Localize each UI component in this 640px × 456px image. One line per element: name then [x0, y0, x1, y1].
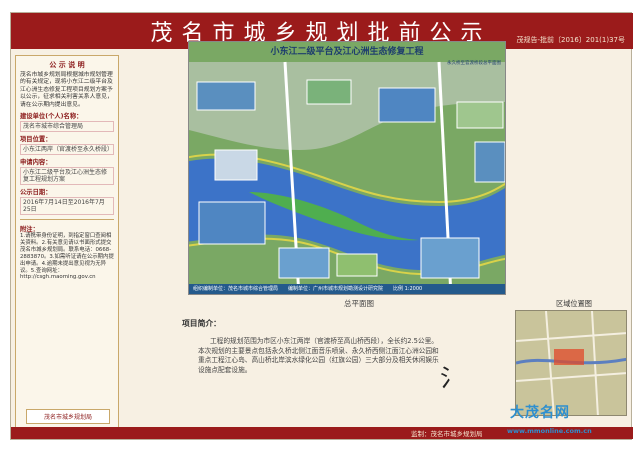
sidebar-body: 茂名市城乡规划局根据城市规划管理的有关规定，现将小东江二级平台及江心洲生态修复工… [20, 72, 113, 108]
location-highlight [554, 349, 584, 365]
render-photo-4 [456, 101, 504, 129]
render-photo-3 [378, 87, 436, 123]
notes-heading: 附注： [20, 226, 39, 234]
application-value: 小东江二级平台及江心洲生态修复工程规划方案 [20, 167, 114, 186]
render-photo-9 [420, 237, 480, 279]
sidebar-heading: 公 示 说 明 [49, 61, 85, 69]
render-photo-1 [196, 81, 256, 111]
intro-text: 工程的规划范围为市区小东江两岸（官渡桥至高山桥西段），全长约2.5公里。本次规划… [198, 337, 439, 374]
applicant-label: 建设单位(个人)名称： [20, 113, 83, 121]
plan-title: 小东江二级平台及江心洲生态修复工程 [270, 47, 424, 57]
plan-credits-bar: 组织编制单位：茂名市城市综合管理局 编制单位：广州市城市规划勘测设计研究院 比例… [189, 284, 505, 294]
location-value: 小东江两岸（官渡桥至永久桥段） [20, 144, 114, 156]
notes-text: 1.请携带身份证明，到指定窗口查阅相关资料。2.有关意见请以书面形式提交茂名市城… [20, 233, 114, 281]
render-photo-8 [336, 253, 378, 277]
document-code: 茂规告-批前〔2016〕201(1)37号 [516, 36, 625, 44]
site-plan-svg [189, 42, 505, 294]
org-stamp: 茂名市城乡规划局 [26, 409, 110, 424]
location-map-svg [516, 311, 626, 415]
plan-caption: 总平面图 [344, 299, 374, 308]
site-plan-map: 小东江二级平台及江心洲生态修复工程 永久桥至官渡桥段总平面图 组织编制单位：茂名… [188, 41, 506, 295]
notes-section: 附注： 1.请携带身份证明，到指定窗口查阅相关资料。2.有关意见请以书面形式提交… [20, 219, 114, 281]
intro-heading: 项目简介： [182, 319, 221, 328]
footer-text: 监制：茂名市城乡规划局 [411, 430, 483, 438]
watermark-url: www.mmonline.com.cn [507, 427, 592, 435]
application-label: 申请内容： [20, 159, 52, 167]
render-photo-5 [214, 149, 258, 181]
plan-side-label: 永久桥至官渡桥段总平面图 [447, 61, 501, 66]
render-photo-7 [278, 247, 330, 279]
sidebar-panel: 公 示 说 明 茂名市城乡规划局根据城市规划管理的有关规定，现将小东江二级平台及… [15, 55, 119, 431]
date-value: 2016年7月14日至2016年7月25日 [20, 197, 114, 216]
location-map [515, 310, 627, 416]
render-photo-10 [474, 141, 505, 183]
applicant-value: 茂名市城市综合管理局 [20, 121, 114, 133]
watermark-logo: 大茂名网 [510, 405, 570, 421]
location-map-heading: 区域位置图 [556, 299, 592, 308]
render-photo-2 [306, 79, 352, 105]
date-label: 公示日期： [20, 189, 52, 197]
location-label: 项目位置： [20, 136, 52, 144]
signature-mark: ⺡ [440, 364, 464, 392]
render-photo-6 [198, 201, 266, 245]
